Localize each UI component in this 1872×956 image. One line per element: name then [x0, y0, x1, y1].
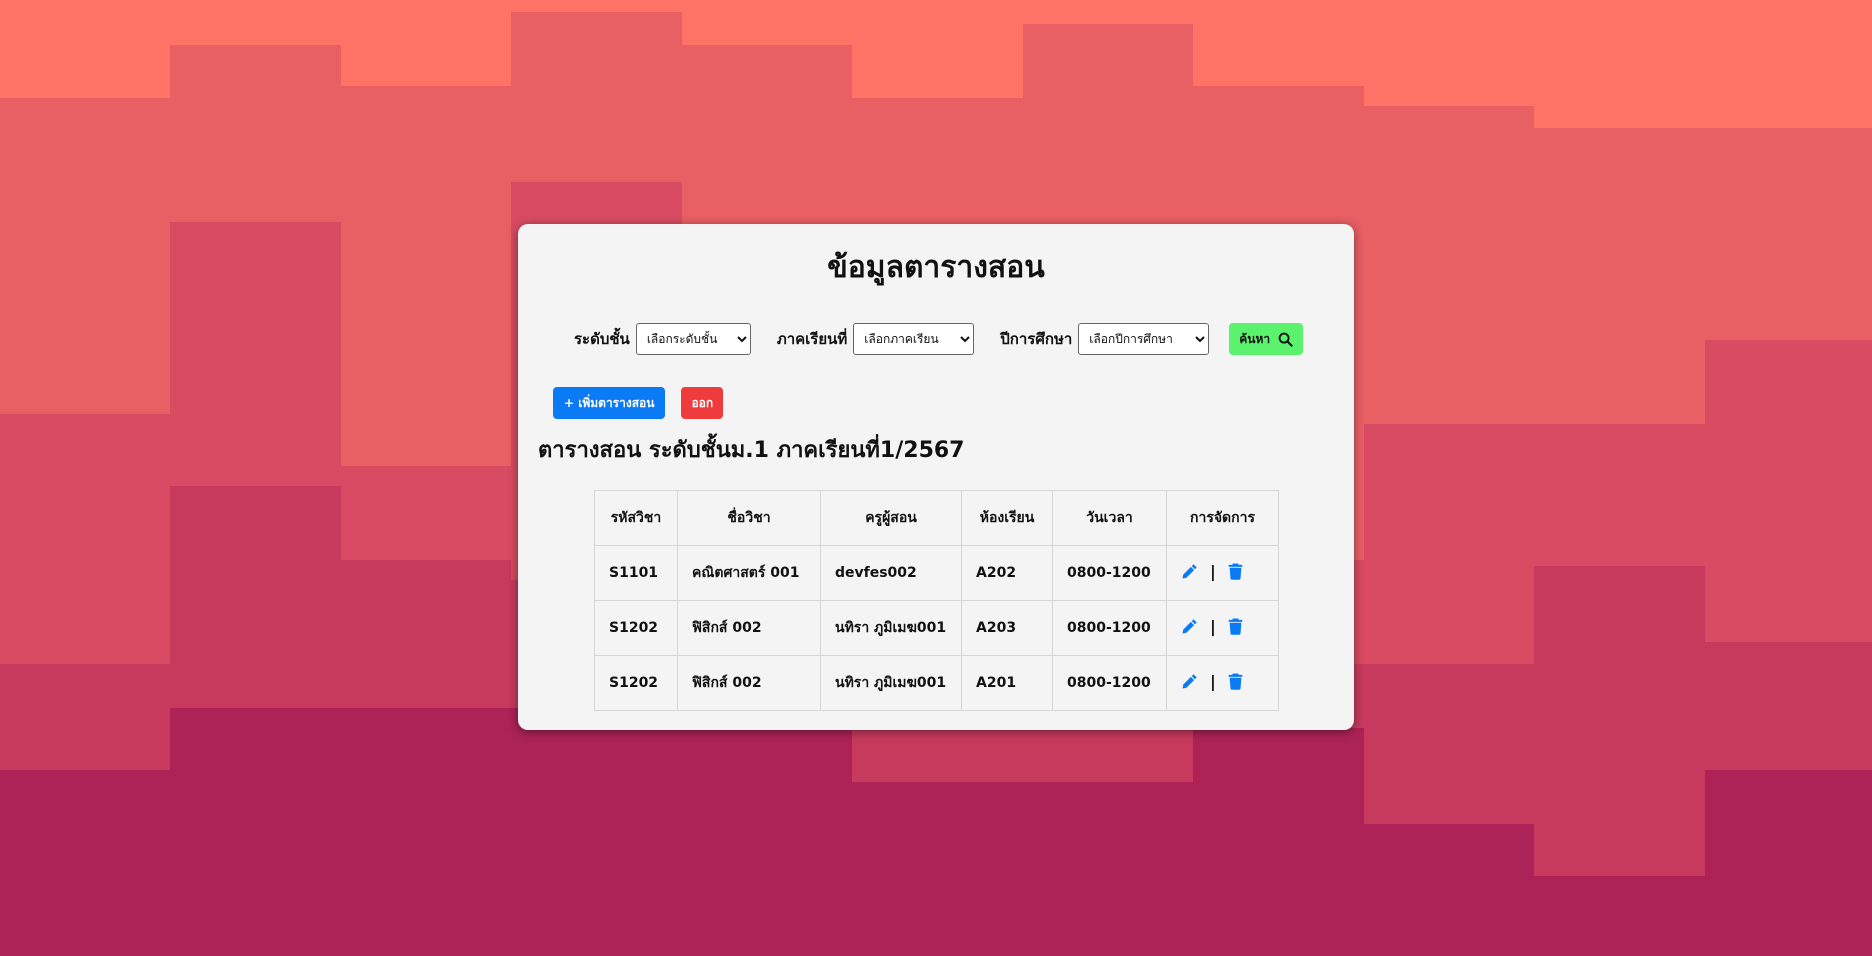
level-label: ระดับชั้น — [574, 330, 630, 348]
search-button-label: ค้นหา — [1239, 331, 1271, 346]
cell-room: A202 — [961, 545, 1053, 601]
level-select[interactable]: เลือกระดับชั้น — [635, 323, 751, 355]
trash-icon[interactable] — [1228, 563, 1243, 580]
logout-button[interactable]: ออก — [681, 387, 724, 419]
page-title: ข้อมูลตารางสอน — [827, 250, 1045, 285]
table-header-row: รหัสวิชา ชื่อวิชา ครูผู้สอน ห้องเรียน วั… — [594, 490, 1279, 546]
cell-room: A203 — [961, 600, 1053, 656]
cell-manage: | — [1166, 600, 1279, 656]
table-row: S1101 คณิตศาสตร์ 001 devfes002 A202 0800… — [594, 545, 1279, 601]
cell-datetime: 0800-1200 — [1052, 545, 1167, 601]
year-select[interactable]: เลือกปีการศึกษา — [1078, 323, 1210, 355]
pencil-icon[interactable] — [1181, 563, 1198, 580]
cell-course-name: ฟิสิกส์ 002 — [677, 600, 821, 656]
trash-icon[interactable] — [1228, 673, 1243, 690]
header-manage: การจัดการ — [1166, 490, 1279, 546]
search-button[interactable]: ค้นหา — [1229, 323, 1304, 355]
cell-course-code: S1101 — [594, 545, 678, 601]
pencil-icon[interactable] — [1181, 618, 1198, 635]
year-label: ปีการศึกษา — [1000, 330, 1073, 348]
schedule-table: รหัสวิชา ชื่อวิชา ครูผู้สอน ห้องเรียน วั… — [594, 490, 1279, 711]
cell-manage: | — [1166, 655, 1279, 711]
action-separator: | — [1210, 562, 1216, 581]
schedule-card: ข้อมูลตารางสอน ระดับชั้น เลือกระดับชั้น … — [518, 224, 1354, 730]
action-bar: + เพิ่มตารางสอน ออก — [553, 387, 724, 419]
pencil-icon[interactable] — [1181, 673, 1198, 690]
action-separator: | — [1210, 617, 1216, 636]
header-course-code: รหัสวิชา — [594, 490, 678, 546]
cell-teacher: devfes002 — [820, 545, 962, 601]
header-course-name: ชื่อวิชา — [677, 490, 821, 546]
term-label: ภาคเรียนที่ — [776, 330, 848, 348]
header-teacher: ครูผู้สอน — [820, 490, 962, 546]
cell-teacher: นทิรา ภูมิเมฆ001 — [820, 655, 962, 711]
table-row: S1202 ฟิสิกส์ 002 นทิรา ภูมิเมฆ001 A201 … — [594, 655, 1279, 711]
action-separator: | — [1210, 672, 1216, 691]
cell-course-code: S1202 — [594, 600, 678, 656]
cell-room: A201 — [961, 655, 1053, 711]
schedule-subtitle: ตารางสอน ระดับชั้นม.1 ภาคเรียนที่1/2567 — [538, 438, 965, 463]
header-datetime: วันเวลา — [1052, 490, 1167, 546]
header-room: ห้องเรียน — [961, 490, 1053, 546]
filter-bar: ระดับชั้น เลือกระดับชั้น ภาคเรียนที่ เลื… — [574, 322, 1304, 356]
cell-teacher: นทิรา ภูมิเมฆ001 — [820, 600, 962, 656]
search-icon — [1278, 332, 1293, 347]
cell-course-code: S1202 — [594, 655, 678, 711]
cell-datetime: 0800-1200 — [1052, 600, 1167, 656]
table-row: S1202 ฟิสิกส์ 002 นทิรา ภูมิเมฆ001 A203 … — [594, 600, 1279, 656]
term-select[interactable]: เลือกภาคเรียน — [853, 323, 975, 355]
cell-course-name: คณิตศาสตร์ 001 — [677, 545, 821, 601]
add-schedule-button[interactable]: + เพิ่มตารางสอน — [553, 387, 666, 419]
cell-course-name: ฟิสิกส์ 002 — [677, 655, 821, 711]
trash-icon[interactable] — [1228, 618, 1243, 635]
cell-datetime: 0800-1200 — [1052, 655, 1167, 711]
cell-manage: | — [1166, 545, 1279, 601]
